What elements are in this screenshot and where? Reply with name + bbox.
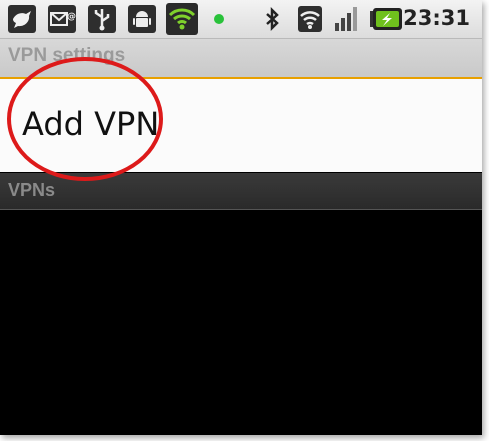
vpns-section-header: VPNs [0, 173, 482, 210]
screen: @ 23:31 VPN settings Add VPN VPNs [0, 0, 482, 435]
page-title: VPN settings [8, 45, 126, 66]
wifi-signal-icon [296, 5, 324, 33]
clock: 23:31 [403, 6, 470, 30]
battery-charging-icon [368, 5, 404, 33]
email-icon: @ [48, 5, 76, 33]
add-vpn-button[interactable]: Add VPN [0, 79, 482, 172]
status-bar: @ 23:31 [0, 0, 482, 39]
cell-signal-icon [333, 5, 361, 33]
add-vpn-label: Add VPN [22, 105, 160, 143]
usb-icon [88, 5, 116, 33]
bluetooth-icon [258, 5, 286, 33]
title-bar: VPN settings [0, 39, 482, 79]
twitter-bird-icon [8, 5, 36, 33]
svg-text:@: @ [67, 12, 76, 22]
android-debug-icon [128, 5, 156, 33]
vpns-section-label: VPNs [8, 180, 56, 200]
wifi-hotspot-icon [166, 3, 198, 35]
notification-led-icon [205, 5, 233, 33]
vpn-list [0, 210, 482, 435]
